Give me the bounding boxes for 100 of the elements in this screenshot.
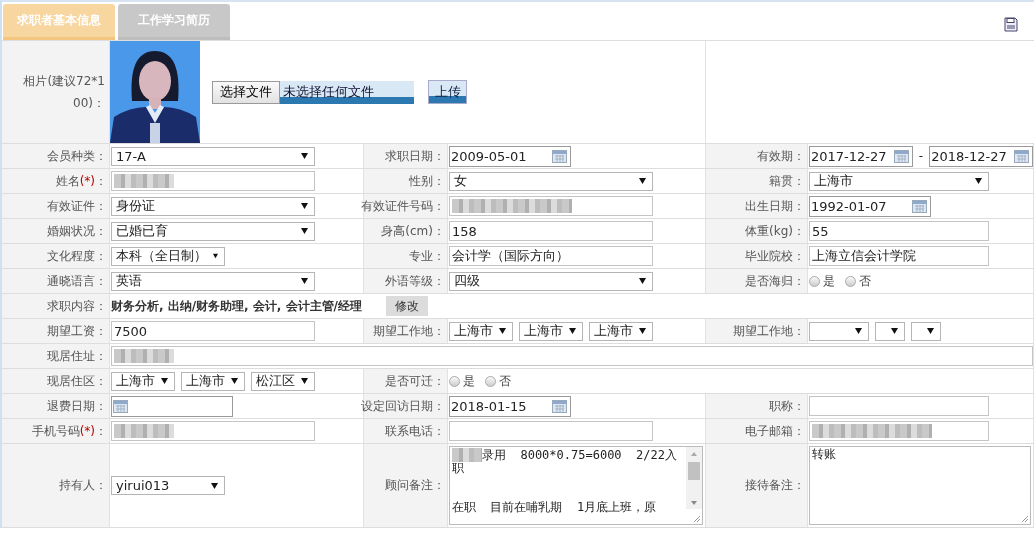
choose-file-button[interactable]: 选择文件 [212,80,280,104]
caret-icon [231,378,238,384]
field-label: 手机号码 [31,422,80,440]
dropdown[interactable] [875,321,905,341]
required-mark: (*) [79,174,95,188]
field-label: 出生日期： [745,197,805,215]
text-field[interactable] [809,396,989,416]
save-icon[interactable] [1004,17,1018,32]
date-field[interactable] [111,395,233,417]
caret-icon [569,328,576,334]
field-label: 持有人： [59,477,107,494]
field-label: 顾问备注： [385,477,445,494]
text-field[interactable]: 上海立信会计学院 [809,246,989,266]
dropdown[interactable]: 上海市 [589,321,653,341]
dropdown[interactable]: 已婚已育 [111,221,315,241]
upload-button[interactable]: 上传 [428,80,467,104]
calendar-icon[interactable] [552,399,567,413]
dropdown[interactable]: 身份证 [111,196,315,216]
caret-icon [975,178,982,184]
dropdown[interactable]: 本科（全日制） [111,246,225,266]
calendar-icon[interactable] [893,149,909,163]
dropdown[interactable]: 女 [449,171,653,191]
dropdown[interactable]: yirui013 [111,476,225,495]
field-label: 相片(建议72*100)： [22,73,106,112]
required-mark: (*) [79,424,95,438]
dropdown[interactable]: 英语 [111,271,315,291]
textarea-field[interactable]: 录用 8000*0.75=6000 2/22入 职 在职 目前在哺乳期 1月底上班，原 [449,446,703,525]
text-field[interactable]: 158 [449,221,653,241]
field-label: 身高(cm)： [381,222,445,240]
field-label: 期望工资： [47,322,107,340]
field-label: 专业： [409,247,445,265]
field-label: 联系电话： [385,422,445,440]
field-label: 婚姻状况： [47,222,107,240]
calendar-icon[interactable] [912,199,927,213]
field-label: 期望工作地： [373,322,445,340]
field-label: 设定回访日期： [361,397,445,415]
text-field[interactable] [111,346,1033,366]
date-field[interactable]: 1992-01-07 [809,195,931,217]
caret-icon [499,328,506,334]
note-text: 录用 8000*0.75=6000 2/22入 [482,449,677,462]
text-field[interactable] [809,421,989,441]
text-field[interactable]: 7500 [111,321,315,341]
field-label: 外语等级： [385,272,445,290]
field-label: 性别： [409,172,445,190]
dropdown[interactable]: 上海市 [519,321,583,341]
radio-label: 是 [463,372,475,390]
text-field[interactable] [449,196,653,216]
caret-icon [891,328,898,334]
radio-label: 否 [499,372,511,390]
dropdown[interactable]: 上海市 [111,371,175,391]
edit-button[interactable]: 修改 [386,296,428,316]
text-field[interactable] [111,171,315,191]
calendar-icon[interactable] [552,149,567,163]
resize-grip-icon[interactable] [693,515,701,523]
field-label: 体重(kg)： [745,222,805,240]
field-label: 现居住址： [47,347,107,365]
field-label: 是否可迁： [385,372,445,390]
calendar-icon[interactable] [1014,149,1029,163]
field-label: 通晓语言： [47,272,107,290]
dropdown[interactable]: 上海市 [449,321,513,341]
dropdown[interactable]: 松江区 [251,371,315,391]
text-field[interactable] [449,421,653,441]
radio-label: 否 [859,272,871,290]
textarea-field[interactable]: 转账 [809,446,1031,525]
field-label: 有效证件： [47,197,107,215]
field-label: 姓名 [55,172,80,190]
field-label: 籍贯： [769,172,805,190]
radio-button[interactable] [809,275,820,287]
field-label: 电子邮箱： [745,422,805,440]
date-field[interactable]: 2018-12-27 [929,145,1033,167]
resize-grip-icon[interactable] [1021,515,1029,523]
caret-icon [301,203,308,209]
label-colon: ： [95,422,107,440]
caret-icon [927,328,934,334]
note-text: 转账 [812,448,836,461]
radio-button[interactable] [449,375,460,387]
calendar-icon[interactable] [113,399,128,413]
field-label: 职称： [769,397,805,415]
dropdown[interactable]: 上海市 [181,371,245,391]
radio-button[interactable] [485,375,496,387]
field-label: 是否海归： [745,272,805,290]
dropdown[interactable]: 17-A [111,146,315,166]
radio-button[interactable] [845,275,856,287]
caret-icon [301,228,308,234]
field-label: 有效期： [757,147,805,165]
dropdown[interactable]: 四级 [449,271,653,291]
field-label: 退费日期： [47,397,107,415]
scrollbar[interactable] [686,447,702,509]
dropdown[interactable]: 上海市 [809,171,989,191]
caret-icon [161,378,168,384]
text-field[interactable] [111,421,315,441]
date-field[interactable]: 2017-12-27 [809,145,913,167]
text-field[interactable]: 55 [809,221,989,241]
field-label: 接待备注： [745,477,805,494]
date-field[interactable]: 2009-05-01 [449,145,571,167]
dropdown[interactable] [911,321,941,341]
caret-icon [213,253,218,259]
date-field[interactable]: 2018-01-15 [449,395,571,417]
caret-icon [639,328,646,334]
text-field[interactable]: 会计学（国际方向） [449,246,653,266]
